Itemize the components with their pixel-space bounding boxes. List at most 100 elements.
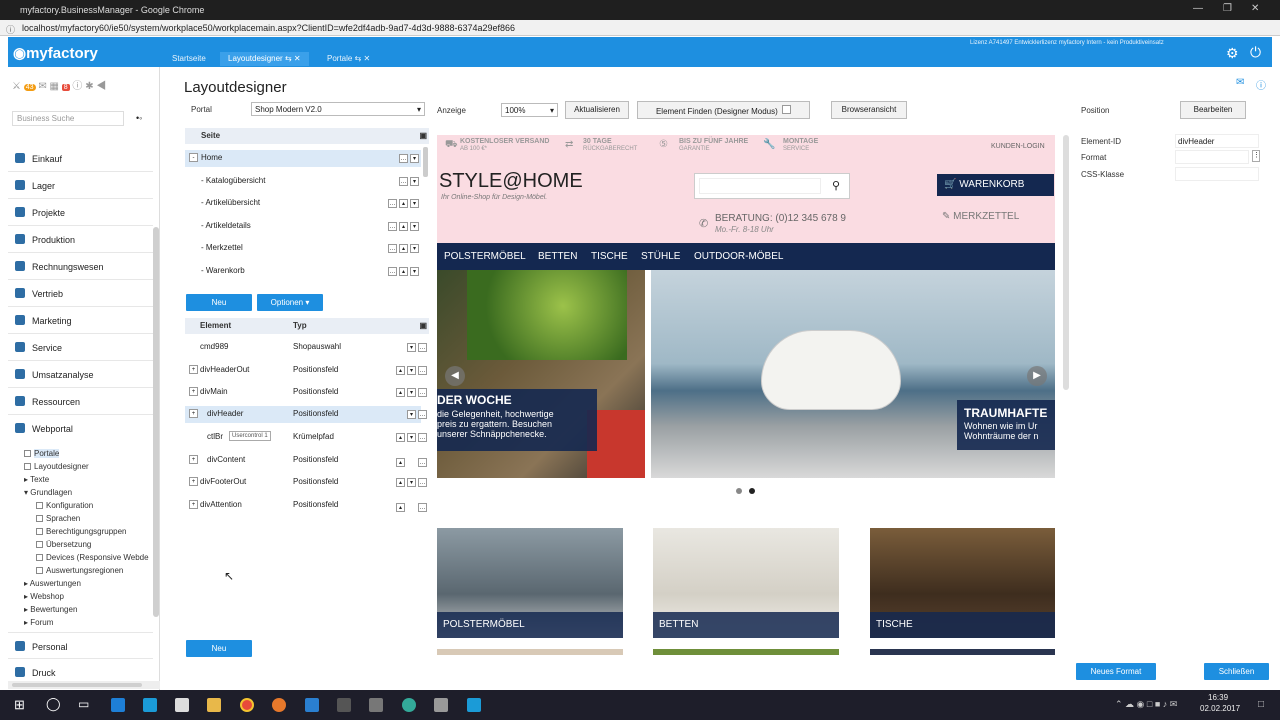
- search-go-icon[interactable]: •◦: [136, 113, 142, 123]
- scroll-thumb[interactable]: [12, 683, 142, 687]
- more-icon[interactable]: …: [418, 503, 427, 512]
- firefox-icon[interactable]: [272, 698, 286, 712]
- store-icon[interactable]: [175, 698, 189, 712]
- address-bar[interactable]: ⓘ localhost/myfactory60/ie50/system/work…: [0, 20, 1280, 36]
- document-icon[interactable]: [434, 698, 448, 712]
- sidebar-hscrollbar[interactable]: [8, 681, 160, 689]
- nav-ressourcen[interactable]: Ressourcen: [8, 388, 153, 415]
- row-controls[interactable]: ▴…: [394, 455, 427, 467]
- nav-service[interactable]: Service: [8, 334, 153, 361]
- tree-berechtigungsgruppen[interactable]: Berechtigungsgruppen: [36, 527, 127, 536]
- collapse-row-icon[interactable]: -: [189, 153, 198, 162]
- tools-icon[interactable]: [337, 698, 351, 712]
- chevron-down-icon[interactable]: ▾: [407, 343, 416, 352]
- search-icon[interactable]: ◯: [46, 696, 61, 712]
- more-icon[interactable]: …: [399, 154, 408, 163]
- more-icon[interactable]: …: [388, 222, 397, 231]
- element-row[interactable]: cmd989 Shopauswahl ▾…: [185, 339, 427, 356]
- ie-icon[interactable]: [305, 698, 319, 712]
- help-icon[interactable]: ⓘ: [1256, 77, 1266, 92]
- chevron-down-icon[interactable]: ▾: [410, 244, 419, 253]
- more-icon[interactable]: …: [399, 177, 408, 186]
- page-row[interactable]: - Merkzettel … ▴ ▾: [185, 240, 421, 257]
- page-row-home[interactable]: - Home … ▾: [185, 150, 421, 167]
- shop-nav-item[interactable]: POLSTERMÖBEL: [444, 251, 526, 262]
- shop-nav-item[interactable]: TISCHE: [591, 251, 628, 262]
- nav-produktion[interactable]: Produktion: [8, 226, 153, 253]
- cart-button[interactable]: 🛒 WARENKORB: [937, 174, 1054, 196]
- element-id-field[interactable]: divHeader: [1175, 134, 1259, 148]
- sidebar-scrollbar[interactable]: [153, 227, 159, 617]
- nav-projekte[interactable]: Projekte: [8, 199, 153, 226]
- tree-auswertungen[interactable]: ▸ Auswertungen: [24, 579, 81, 588]
- element-row[interactable]: + divHeaderOut Positionsfeld ▴ ▾…: [185, 362, 427, 379]
- more-icon[interactable]: …: [418, 478, 427, 487]
- new-page-button[interactable]: Neu: [186, 294, 252, 311]
- more-icon[interactable]: …: [418, 366, 427, 375]
- format-select[interactable]: [1175, 150, 1249, 164]
- shop-search-box[interactable]: ⚲: [694, 173, 850, 199]
- tree-grundlagen[interactable]: ▾ Grundlagen: [24, 488, 72, 497]
- nav-rechnungswesen[interactable]: Rechnungswesen: [8, 253, 153, 280]
- message-icon[interactable]: ✉: [1236, 77, 1244, 88]
- pages-scrollbar[interactable]: [423, 147, 428, 177]
- pin-icon[interactable]: ⚔: [12, 81, 21, 92]
- expand-row-icon[interactable]: +: [189, 365, 198, 374]
- tree-auswertungsregionen[interactable]: Auswertungsregionen: [36, 566, 123, 575]
- portal-select[interactable]: Shop Modern V2.0 ▾: [251, 102, 425, 116]
- tools-icon[interactable]: ✱: [85, 81, 93, 92]
- chevron-up-icon[interactable]: ▴: [399, 199, 408, 208]
- element-row[interactable]: ctlBr Usercontrol 1 Krümelpfad ▴ ▾…: [185, 429, 427, 446]
- tab-controls-icon[interactable]: ⇆ ✕: [285, 54, 301, 63]
- tree-webshop[interactable]: ▸ Webshop: [24, 592, 64, 601]
- shop-nav-item[interactable]: OUTDOOR-MÖBEL: [694, 251, 783, 262]
- app-icon[interactable]: [369, 698, 383, 712]
- tree-uebersetzung[interactable]: Übersetzung: [36, 540, 91, 549]
- browser-view-button[interactable]: Browseransicht: [831, 101, 907, 119]
- collapse-icon[interactable]: ▣: [419, 131, 427, 140]
- collapse-icon[interactable]: ▣: [419, 321, 427, 330]
- nav-marketing[interactable]: Marketing: [8, 307, 153, 334]
- page-row[interactable]: - Warenkorb … ▴ ▾: [185, 263, 421, 280]
- chevron-up-icon[interactable]: ▴: [396, 503, 405, 512]
- page-row[interactable]: - Artikelübersicht … ▴ ▾: [185, 195, 421, 212]
- shop-logo[interactable]: STYLE@HOME: [439, 170, 583, 193]
- more-icon[interactable]: …: [388, 244, 397, 253]
- row-controls[interactable]: … ▴ ▾: [386, 243, 419, 253]
- row-controls[interactable]: … ▴ ▾: [386, 266, 419, 276]
- slider-dot[interactable]: [736, 488, 742, 494]
- chevron-up-icon[interactable]: ▴: [396, 433, 405, 442]
- more-icon[interactable]: …: [418, 433, 427, 442]
- category-tile-polster[interactable]: POLSTERMÖBEL: [437, 528, 623, 638]
- more-icon[interactable]: …: [418, 410, 427, 419]
- row-controls[interactable]: ▴ ▾…: [394, 365, 427, 375]
- more-icon[interactable]: …: [388, 199, 397, 208]
- tab-startseite[interactable]: Startseite: [164, 52, 214, 66]
- row-controls[interactable]: ▴…: [394, 500, 427, 512]
- nav-webportal[interactable]: Webportal: [8, 415, 153, 442]
- skype-business-icon[interactable]: [467, 698, 481, 712]
- new-format-button[interactable]: Neues Format: [1076, 663, 1156, 680]
- nav-vertrieb[interactable]: Vertrieb: [8, 280, 153, 307]
- chevron-down-icon[interactable]: ▾: [410, 199, 419, 208]
- slider-prev-icon[interactable]: ◀: [445, 366, 465, 386]
- row-controls[interactable]: ▾…: [405, 342, 427, 352]
- format-more-icon[interactable]: ⋮: [1252, 150, 1260, 162]
- find-element-button[interactable]: Element Finden (Designer Modus): [637, 101, 810, 119]
- more-icon[interactable]: …: [418, 343, 427, 352]
- explorer-icon[interactable]: [207, 698, 221, 712]
- expand-row-icon[interactable]: +: [189, 409, 198, 418]
- new-element-button[interactable]: Neu: [186, 640, 252, 657]
- layout-preview[interactable]: ⛟ KOSTENLOSER VERSAND AB 100 €* ⇄ 30 TAG…: [437, 135, 1055, 655]
- tab-layoutdesigner[interactable]: Layoutdesigner ⇆ ✕: [220, 52, 309, 66]
- tree-sprachen[interactable]: Sprachen: [36, 514, 80, 523]
- refresh-button[interactable]: Aktualisieren: [565, 101, 629, 119]
- row-controls[interactable]: ▴ ▾…: [394, 477, 427, 487]
- network-app-icon[interactable]: [402, 698, 416, 712]
- edit-position-button[interactable]: Bearbeiten: [1180, 101, 1246, 119]
- more-icon[interactable]: …: [388, 267, 397, 276]
- settings-icon[interactable]: ⚙: [1226, 45, 1239, 62]
- nav-personal[interactable]: Personal: [8, 632, 153, 659]
- chevron-down-icon[interactable]: ▾: [407, 478, 416, 487]
- row-controls[interactable]: … ▾: [397, 153, 419, 163]
